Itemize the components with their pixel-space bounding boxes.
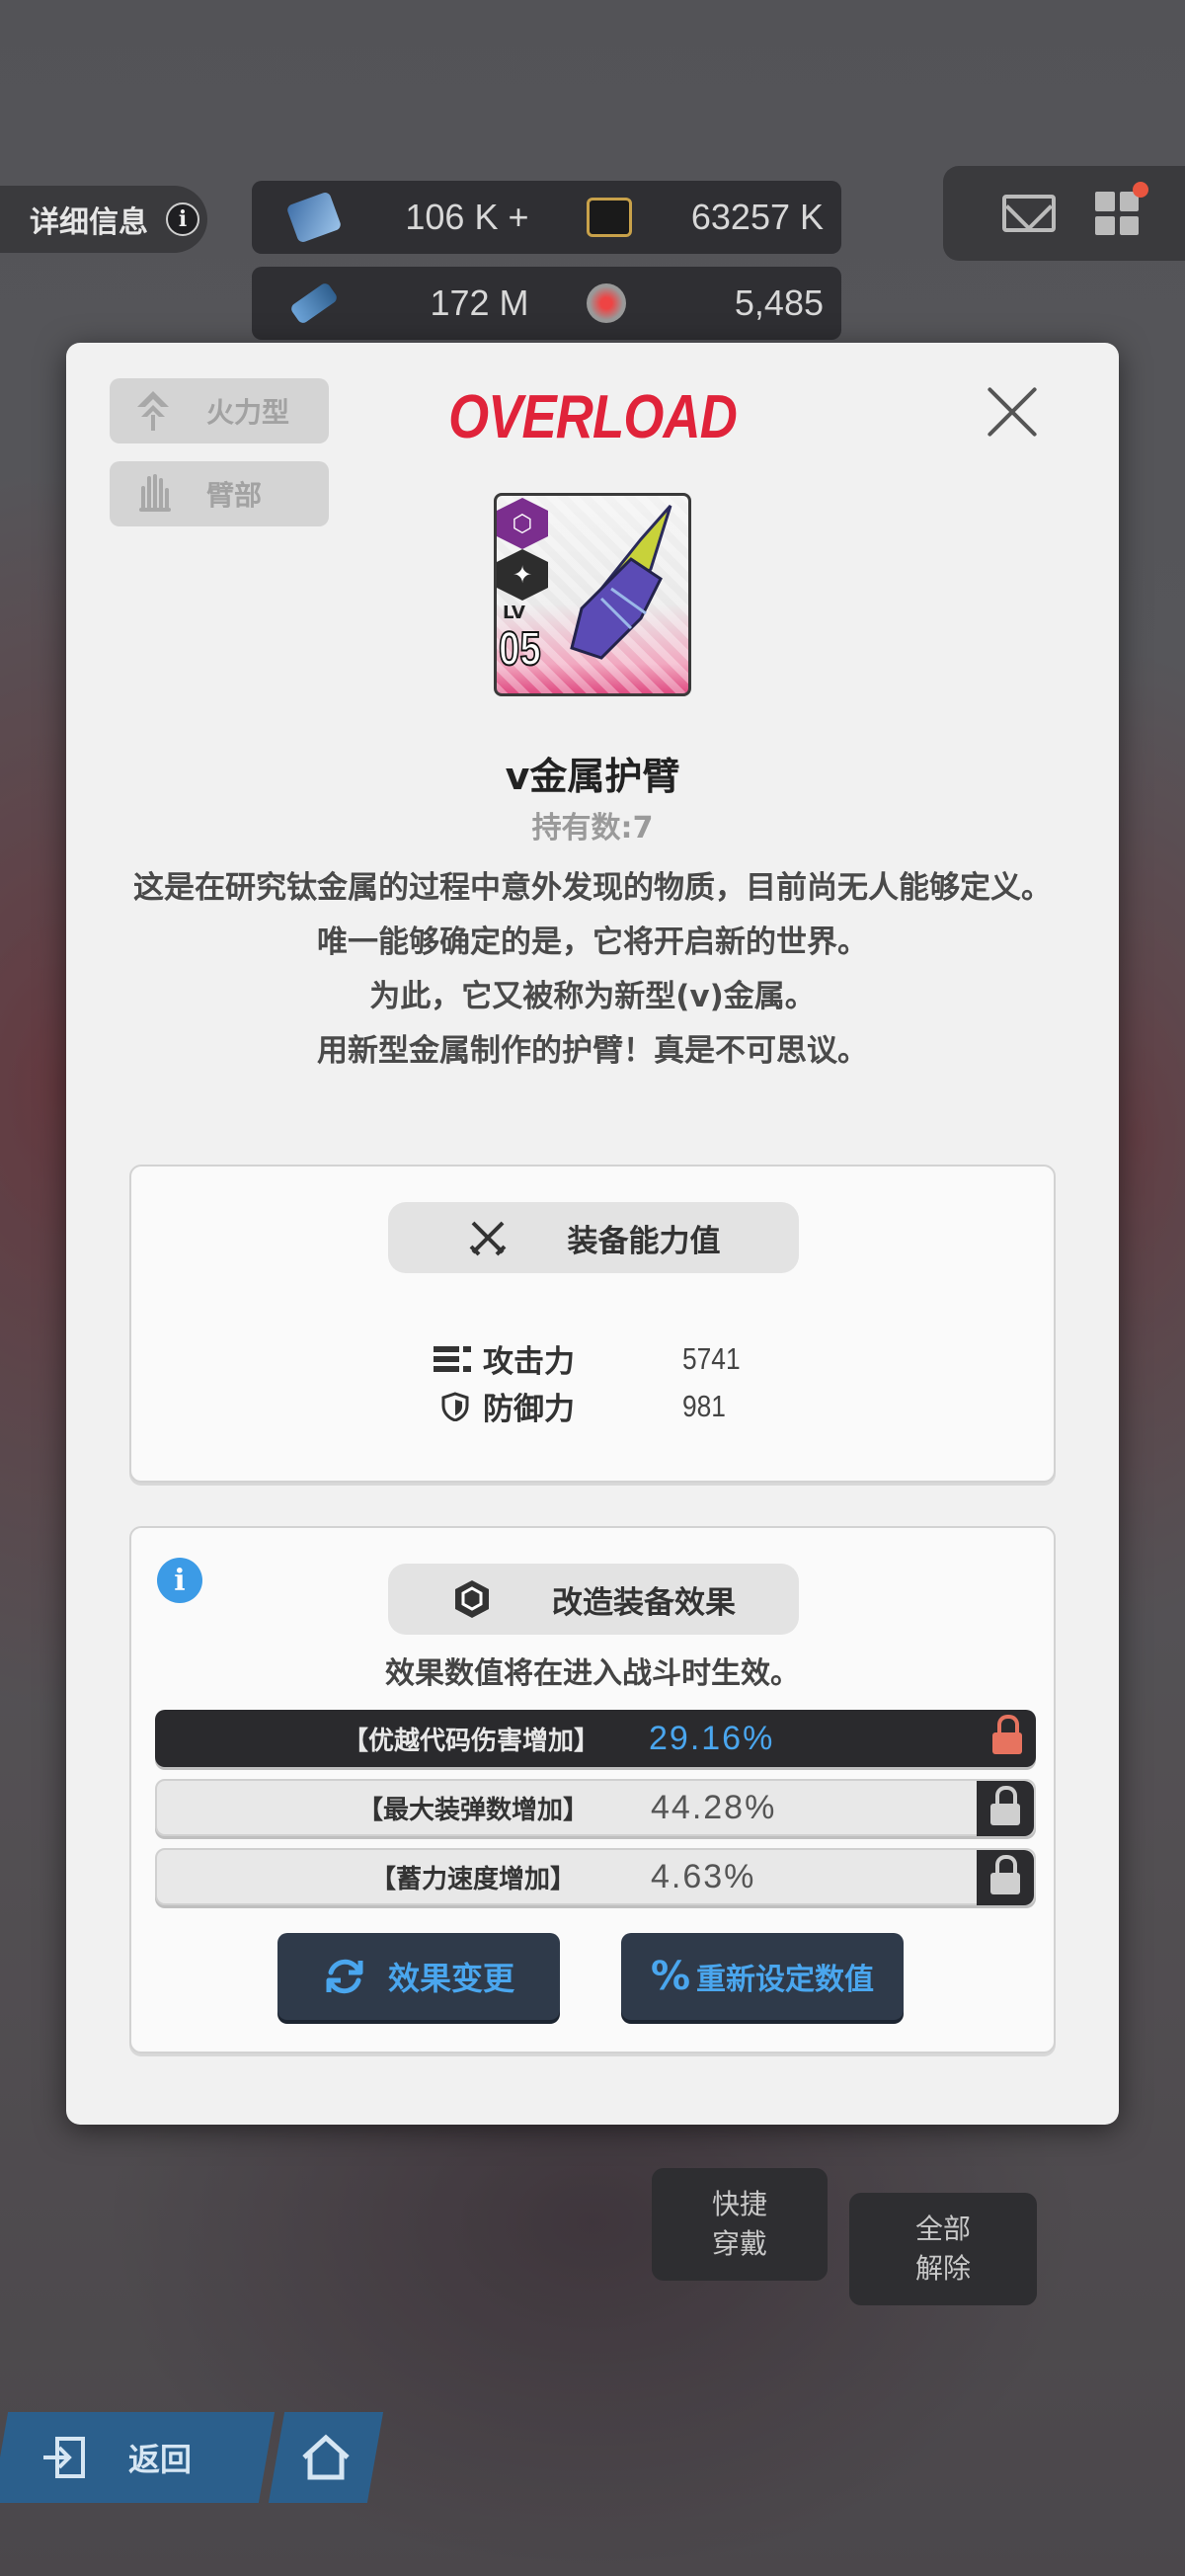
resource-cards: 63257 K (547, 197, 842, 238)
defense-value: 981 (682, 1388, 726, 1423)
card-icon (586, 198, 632, 237)
change-effect-button[interactable]: 效果变更 (277, 1933, 560, 2020)
effect-value: 4.63% (651, 1857, 756, 1895)
detail-info-tab[interactable]: 详细信息 i (0, 186, 207, 253)
percent-icon: % (650, 1954, 691, 1999)
info-icon[interactable]: i (157, 1558, 202, 1603)
home-button[interactable] (268, 2412, 384, 2503)
close-button[interactable] (985, 384, 1040, 440)
attack-value: 5741 (682, 1340, 741, 1376)
description-line: 这是在研究钛金属的过程中意外发现的物质，目前尚无人能够定义。 (133, 870, 1052, 906)
gems-plus: + (508, 197, 529, 237)
resource-bar-bottom: 172 M 5,485 (252, 267, 841, 340)
menu-grid-icon[interactable] (1095, 182, 1148, 235)
description-line: 为此，它又被称为新型(v)金属。 (369, 979, 816, 1014)
cards-value: 63257 K (690, 197, 824, 237)
unequip-all-button[interactable]: 全部 解除 (849, 2193, 1037, 2305)
stats-panel-header: 装备能力值 (388, 1202, 799, 1273)
quick-equip-label: 快捷 穿戴 (711, 2188, 767, 2260)
effects-panel-header: 改造装备效果 (388, 1564, 799, 1635)
unequip-all-label: 全部 解除 (914, 2213, 971, 2285)
effect-value: 44.28% (651, 1788, 777, 1826)
stats-panel-title: 装备能力值 (567, 1223, 721, 1259)
change-effect-label: 效果变更 (387, 1960, 514, 1997)
battery-value: 172 M (430, 282, 529, 323)
battery-icon (288, 281, 340, 326)
arm-guard-icon (570, 505, 672, 660)
gems-value: 106 K (405, 197, 499, 237)
crossed-swords-icon (469, 1221, 506, 1256)
brand-logo: OVERLOAD (448, 383, 738, 451)
unlock-icon[interactable] (977, 1781, 1034, 1836)
shield-icon (441, 1391, 469, 1421)
back-button[interactable]: 返回 (0, 2412, 276, 2503)
exit-icon (42, 2437, 85, 2478)
notification-dot (1133, 182, 1148, 198)
resource-core: 5,485 (547, 282, 842, 324)
stat-attack: 攻击力 5741 (434, 1336, 741, 1381)
item-description: 这是在研究钛金属的过程中意外发现的物质，目前尚无人能够定义。 唯一能够确定的是，… (125, 861, 1060, 1079)
effect-value: 29.16% (649, 1719, 775, 1757)
reset-values-label: 重新设定数值 (696, 1963, 875, 1997)
rarity-badge-icon: ⬡ (497, 498, 548, 549)
back-label: 返回 (128, 2441, 193, 2478)
modify-equipment-icon (455, 1580, 489, 1618)
core-value: 5,485 (734, 282, 824, 323)
resource-battery: 172 M (252, 281, 547, 326)
defense-label: 防御力 (483, 1392, 575, 1427)
resource-gems[interactable]: 106 K + (252, 191, 547, 244)
quick-equip-button[interactable]: 快捷 穿戴 (652, 2168, 828, 2281)
home-icon (302, 2434, 350, 2480)
description-line: 唯一能够确定的是，它将开启新的世界。 (317, 925, 868, 960)
equipment-detail-modal: 火力型 臂部 OVERLOAD ⬡ ✦ LV 05 v金属护臂 持有数:7 这是… (66, 343, 1119, 2125)
owned-label: 持有数: (531, 811, 633, 845)
info-icon: i (166, 202, 199, 236)
item-name: v金属护臂 (505, 755, 680, 798)
effect-name: 【最大装弹数增加】 (356, 1795, 589, 1825)
unlock-icon[interactable] (977, 1850, 1034, 1905)
mail-icon[interactable] (1002, 195, 1056, 232)
tag-arm-label: 臂部 (206, 479, 263, 512)
effects-panel: i 改造装备效果 效果数值将在进入战斗时生效。 【优越代码伤害增加】 29.16… (129, 1526, 1056, 2053)
resource-bar-top: 106 K + 63257 K (252, 181, 841, 254)
effect-row: 【优越代码伤害增加】 29.16% (155, 1710, 1036, 1767)
detail-info-label: 详细信息 (30, 205, 148, 240)
description-line: 用新型金属制作的护臂！真是不可思议。 (317, 1033, 868, 1069)
level-label: LV (503, 603, 525, 623)
level-number: 05 (498, 622, 541, 677)
refresh-icon (326, 1959, 363, 1994)
core-icon (586, 283, 626, 323)
lock-icon[interactable] (979, 1710, 1036, 1765)
effect-name: 【优越代码伤害增加】 (342, 1726, 599, 1756)
effect-name: 【蓄力速度增加】 (369, 1864, 576, 1894)
effect-row: 【最大装弹数增加】 44.28% (155, 1779, 1036, 1836)
class-badge-icon: ✦ (497, 549, 548, 601)
owned-value: 7 (632, 811, 654, 845)
reset-values-button[interactable]: % 重新设定数值 (621, 1933, 904, 2020)
gem-icon (285, 191, 343, 244)
attack-icon (434, 1345, 471, 1372)
effects-note: 效果数值将在进入战斗时生效。 (385, 1656, 800, 1691)
item-card: ⬡ ✦ LV 05 (494, 493, 691, 696)
stat-defense: 防御力 981 (434, 1384, 726, 1428)
arm-icon (139, 474, 171, 512)
tag-arm: 臂部 (110, 461, 329, 526)
effect-row: 【蓄力速度增加】 4.63% (155, 1848, 1036, 1905)
top-right-menu (943, 166, 1185, 261)
effects-panel-title: 改造装备效果 (552, 1584, 736, 1621)
attack-label: 攻击力 (483, 1344, 575, 1380)
owned-count: 持有数:7 (66, 803, 1119, 846)
stats-panel: 装备能力值 攻击力 5741 防御力 981 (129, 1165, 1056, 1483)
